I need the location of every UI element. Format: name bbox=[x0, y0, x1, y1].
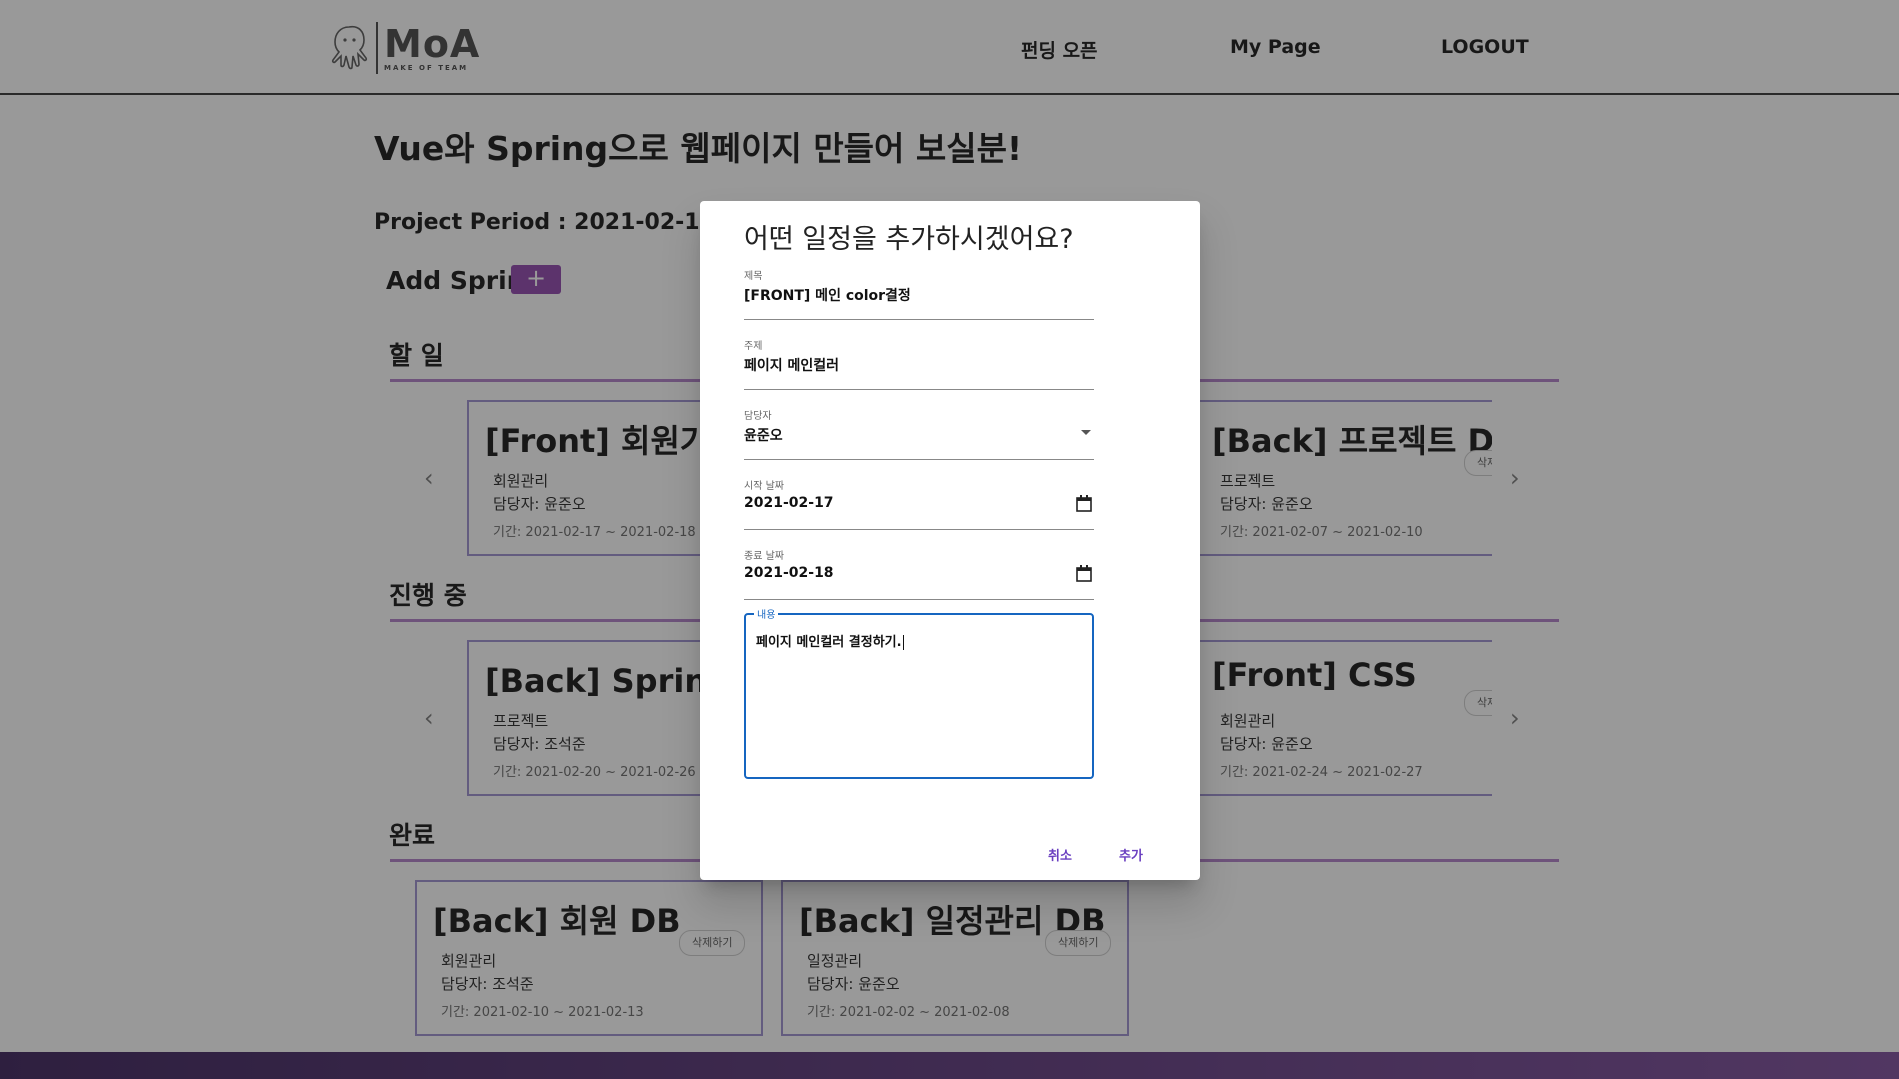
field-label: 제목 bbox=[744, 271, 763, 282]
field-value: 윤준오 bbox=[744, 428, 783, 444]
add-button[interactable]: 추가 bbox=[1119, 845, 1143, 864]
field-value: 2021-02-18 bbox=[744, 565, 834, 581]
end-date-field[interactable]: 종료 날짜 2021-02-18 bbox=[744, 547, 1094, 600]
field-label: 종료 날짜 bbox=[744, 551, 784, 562]
dialog-title: 어떤 일정을 추가하시겠어요? bbox=[744, 224, 1074, 255]
field-label: 주제 bbox=[744, 341, 763, 352]
topic-field[interactable]: 주제 페이지 메인컬러 bbox=[744, 337, 1094, 390]
add-schedule-dialog: 어떤 일정을 추가하시겠어요? 제목 [FRONT] 메인 color결정 주제… bbox=[700, 201, 1200, 880]
title-field[interactable]: 제목 [FRONT] 메인 color결정 bbox=[744, 267, 1094, 320]
textarea-label: 내용 bbox=[754, 606, 779, 621]
field-label: 시작 날짜 bbox=[744, 481, 784, 492]
field-value: 2021-02-17 bbox=[744, 495, 834, 511]
textarea-value: 페이지 메인컬러 결정하기. bbox=[756, 631, 904, 650]
content-textarea[interactable]: 내용 페이지 메인컬러 결정하기. bbox=[744, 606, 1094, 779]
dropdown-arrow-icon[interactable] bbox=[1080, 429, 1092, 437]
start-date-field[interactable]: 시작 날짜 2021-02-17 bbox=[744, 477, 1094, 530]
calendar-icon[interactable] bbox=[1076, 495, 1092, 512]
field-label: 담당자 bbox=[744, 411, 772, 422]
owner-select[interactable]: 담당자 윤준오 bbox=[744, 407, 1094, 460]
cancel-button[interactable]: 취소 bbox=[1048, 845, 1072, 864]
field-value: 페이지 메인컬러 bbox=[744, 358, 840, 374]
field-value: [FRONT] 메인 color결정 bbox=[744, 288, 911, 304]
calendar-icon[interactable] bbox=[1076, 565, 1092, 582]
